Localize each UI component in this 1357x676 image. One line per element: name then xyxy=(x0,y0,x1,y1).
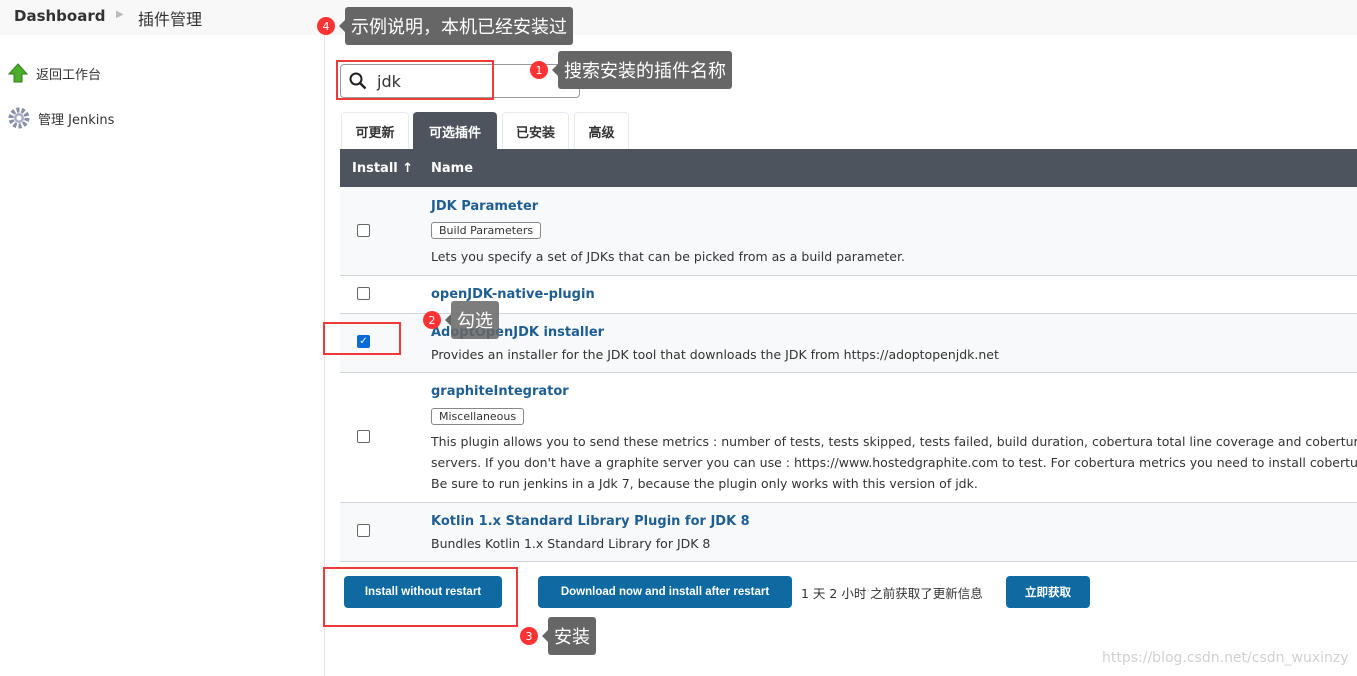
breadcrumb-current: 插件管理 xyxy=(138,10,203,29)
tab-installed[interactable]: 已安装 xyxy=(502,112,569,149)
download-install-after-restart-button[interactable]: Download now and install after restart xyxy=(538,576,792,608)
tab-updates[interactable]: 可更新 xyxy=(341,112,409,149)
plugin-name-link[interactable]: JDK Parameter xyxy=(431,199,538,214)
fetch-now-button[interactable]: 立即获取 xyxy=(1006,576,1090,608)
annotation-number: 2 xyxy=(423,311,441,329)
install-checkbox[interactable] xyxy=(357,287,370,300)
sidebar-item-label: 管理 Jenkins xyxy=(38,112,115,128)
plugin-description: Lets you specify a set of JDKs that can … xyxy=(431,249,905,264)
annotation-box-checkbox xyxy=(323,322,401,355)
plugin-description: servers. If you don't have a graphite se… xyxy=(431,455,1357,470)
column-name[interactable]: Name xyxy=(431,161,473,176)
plugin-description: Bundles Kotlin 1.x Standard Library for … xyxy=(431,536,711,551)
update-info-text: 1 天 2 小时 之前获取了更新信息 xyxy=(801,586,983,601)
annotation-number: 4 xyxy=(317,17,335,35)
sidebar-item-back[interactable]: 返回工作台 xyxy=(8,63,101,83)
install-checkbox[interactable] xyxy=(357,224,370,237)
tab-advanced[interactable]: 高级 xyxy=(574,112,629,149)
column-install[interactable]: Install ↑ xyxy=(352,161,413,176)
plugin-name-link[interactable]: graphiteIntegrator xyxy=(431,384,569,399)
sidebar-item-label: 返回工作台 xyxy=(36,67,102,83)
annotation-tooltip: 示例说明，本机已经安装过 xyxy=(339,7,573,45)
plugin-description: This plugin allows you to send these met… xyxy=(431,434,1357,449)
sidebar-item-manage[interactable]: 管理 Jenkins xyxy=(8,107,114,129)
category-tag[interactable]: Build Parameters xyxy=(431,222,542,239)
annotation-number: 3 xyxy=(520,627,538,645)
annotation-tooltip: 搜索安装的插件名称 xyxy=(552,51,732,89)
top-bar xyxy=(0,0,1357,35)
plugin-name-link[interactable]: openJDK-native-plugin xyxy=(431,287,595,302)
install-checkbox[interactable] xyxy=(357,430,370,443)
annotation-box-install xyxy=(323,567,518,627)
tab-available[interactable]: 可选插件 xyxy=(413,112,497,149)
table-row: JDK Parameter Build Parameters Lets you … xyxy=(340,187,1357,276)
breadcrumb-dashboard[interactable]: Dashboard xyxy=(14,7,105,25)
annotation-tooltip: 勾选 xyxy=(445,301,499,339)
annotation-tooltip: 安装 xyxy=(542,617,596,655)
annotation-number: 1 xyxy=(530,61,548,79)
plugin-name-link[interactable]: Kotlin 1.x Standard Library Plugin for J… xyxy=(431,514,750,529)
plugin-description: Be sure to run jenkins in a Jdk 7, becau… xyxy=(431,476,978,491)
plugin-description: Provides an installer for the JDK tool t… xyxy=(431,347,999,362)
breadcrumb-chevron-icon: ▶ xyxy=(116,9,124,20)
watermark: https://blog.csdn.net/csdn_wuxinzy xyxy=(1102,650,1349,666)
annotation-box-search xyxy=(336,60,494,100)
table-row: Kotlin 1.x Standard Library Plugin for J… xyxy=(340,503,1357,562)
table-row: graphiteIntegrator Miscellaneous This pl… xyxy=(340,373,1357,503)
category-tag[interactable]: Miscellaneous xyxy=(431,408,525,425)
table-header: Install ↑ Name xyxy=(340,149,1357,187)
install-checkbox[interactable] xyxy=(357,524,370,537)
up-arrow-icon xyxy=(8,63,28,83)
gear-icon xyxy=(8,107,30,129)
